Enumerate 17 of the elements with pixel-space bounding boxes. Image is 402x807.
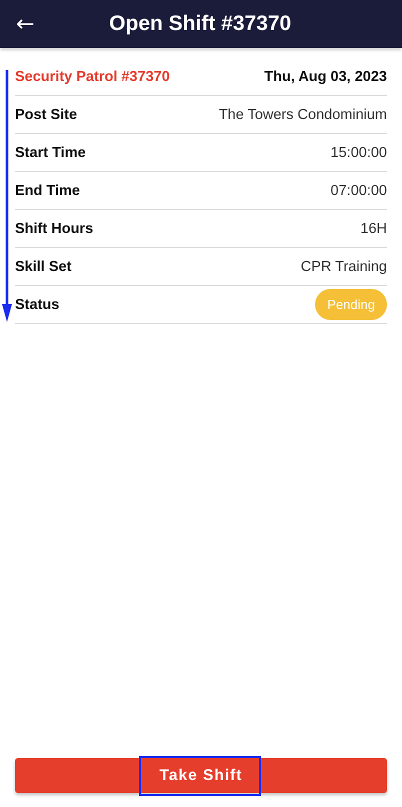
detail-value: 07:00:00 — [330, 182, 387, 198]
detail-value: The Towers Condominium — [218, 106, 387, 122]
take-shift-button[interactable]: Take Shift — [15, 758, 387, 793]
detail-label: Skill Set — [15, 258, 72, 274]
shift-date: Thu, Aug 03, 2023 — [264, 68, 387, 84]
detail-label: End Time — [15, 182, 80, 198]
detail-label: Post Site — [15, 106, 78, 122]
detail-value: CPR Training — [300, 258, 387, 274]
detail-value: 15:00:00 — [330, 144, 387, 160]
detail-label: Status — [15, 296, 60, 312]
detail-value: 16H — [360, 220, 387, 236]
status-badge: Pending — [315, 289, 387, 320]
detail-label: Start Time — [15, 144, 86, 160]
shift-name: Security Patrol #37370 — [15, 68, 170, 84]
screen-title: Open Shift #37370 — [108, 12, 292, 36]
detail-label: Shift Hours — [15, 220, 94, 236]
back-button[interactable]: ← — [12, 12, 38, 36]
